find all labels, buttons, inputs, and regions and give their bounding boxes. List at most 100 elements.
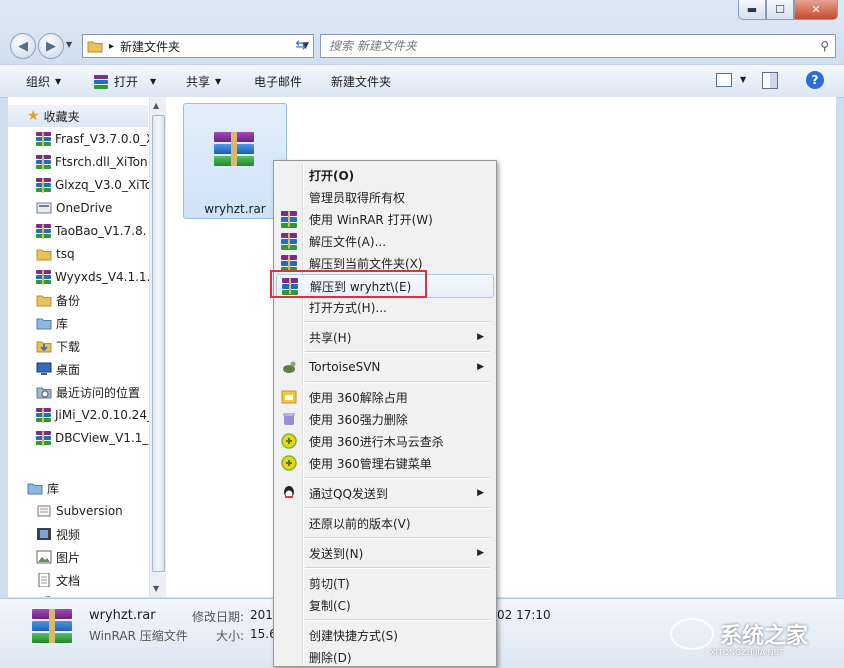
view-chevron-icon[interactable]: ▼ — [740, 75, 746, 84]
star-icon: ★ — [27, 108, 40, 124]
context-menu-item[interactable]: 复制(C) — [276, 594, 492, 616]
chevron-down-icon: ▼ — [55, 77, 62, 86]
breadcrumb-separator[interactable]: ▸ — [109, 41, 114, 52]
context-menu-item[interactable]: 使用 WinRAR 打开(W) — [276, 208, 492, 230]
tortoisesvn-icon — [283, 361, 296, 373]
nav-item-label: OneDrive — [56, 201, 113, 215]
submenu-arrow-icon: ▶ — [477, 362, 484, 372]
minimize-button[interactable]: ▬ — [738, 0, 766, 20]
menu-separator — [305, 477, 490, 479]
context-menu-item[interactable]: 打开(O) — [276, 164, 492, 186]
winrar-archive-icon — [32, 609, 72, 645]
watermark-text: 系统之家 — [720, 624, 809, 649]
close-button[interactable]: ✕ — [794, 0, 838, 20]
nav-item[interactable]: DBCView_V1.1_ — [36, 427, 148, 449]
nav-item[interactable]: 库 — [36, 312, 68, 334]
nav-scrollbar[interactable]: ▲ ▼ — [149, 97, 166, 597]
search-icon[interactable]: ⚲ — [820, 39, 829, 53]
nav-item[interactable]: Wyyxds_V4.1.1. — [36, 266, 149, 288]
breadcrumb-current[interactable]: 新建文件夹 — [120, 38, 180, 55]
nav-library-item[interactable]: 视频 — [36, 523, 80, 545]
context-menu-item-label: 使用 360解除占用 — [309, 390, 408, 405]
nav-item-label: Glxzq_V3.0_XiTo — [55, 178, 149, 192]
context-menu-item[interactable]: 创建快捷方式(S) — [276, 624, 492, 646]
nav-item[interactable]: JiMi_V2.0.10.24_ — [36, 404, 149, 426]
context-menu-item[interactable]: 使用 360解除占用 — [276, 386, 492, 408]
submenu-arrow-icon: ▶ — [477, 548, 484, 558]
context-menu-item-label: 打开(O) — [309, 168, 355, 183]
winrar-icon — [94, 74, 108, 89]
nav-item-label: Wyyxds_V4.1.1. — [55, 270, 149, 284]
navigation-pane: ★ 收藏夹 Frasf_V3.7.0.0_X Ftsrch.dll_XiTon Gl… — [8, 97, 149, 597]
menu-separator — [305, 567, 490, 569]
context-menu-item[interactable]: 使用 360强力删除 — [276, 408, 492, 430]
nav-item[interactable]: 桌面 — [36, 358, 80, 380]
nav-item-label: Subversion — [56, 504, 123, 518]
new-folder-button[interactable]: 新建文件夹 — [331, 73, 391, 90]
recent-pages-chevron-icon[interactable]: ▼ — [66, 40, 72, 49]
back-arrow-icon: ◀ — [18, 38, 28, 54]
nav-libraries-label: 库 — [47, 481, 60, 496]
winrar-icon — [36, 131, 51, 147]
nav-item[interactable]: 最近访问的位置 — [36, 381, 140, 403]
share-label: 共享 — [186, 75, 211, 89]
email-button[interactable]: 电子邮件 — [254, 73, 302, 90]
360-scan-icon — [281, 433, 297, 449]
nav-library-item[interactable]: Subversion — [36, 500, 123, 522]
nav-library-item[interactable]: 音乐 — [36, 592, 80, 597]
file-item[interactable]: wryhzt.rar — [183, 103, 287, 219]
context-menu-item[interactable]: TortoiseSVN ▶ — [276, 356, 492, 378]
nav-item-label: TaoBao_V1.7.8. — [55, 224, 147, 238]
open-label: 打开 — [114, 75, 139, 89]
nav-item[interactable]: tsq — [36, 243, 75, 265]
search-input[interactable] — [327, 38, 801, 54]
context-menu-item[interactable]: 管理员取得所有权 — [276, 186, 492, 208]
context-menu-item[interactable]: 共享(H) ▶ — [276, 326, 492, 348]
maximize-button[interactable]: ☐ — [766, 0, 794, 20]
highlight-annotation-box — [270, 270, 427, 298]
subversion-icon — [37, 505, 51, 517]
context-menu-item[interactable]: 使用 360进行木马云查杀 — [276, 430, 492, 452]
share-menu-button[interactable]: 共享 ▼ — [186, 73, 221, 90]
details-file-type: WinRAR 压缩文件 — [89, 629, 188, 643]
scroll-up-icon[interactable]: ▲ — [153, 101, 159, 110]
nav-item-label: tsq — [56, 247, 75, 261]
chevron-down-icon: ▼ — [215, 77, 222, 86]
nav-item[interactable]: Frasf_V3.7.0.0_X — [36, 128, 149, 150]
nav-item[interactable]: TaoBao_V1.7.8. — [36, 220, 147, 242]
context-menu-item-label: 共享(H) — [309, 330, 352, 345]
context-menu-item[interactable]: 剪切(T) — [276, 572, 492, 594]
preview-pane-icon[interactable] — [762, 72, 778, 89]
context-menu-item-label: 通过QQ发送到 — [309, 486, 388, 501]
menu-separator — [305, 537, 490, 539]
qq-icon — [284, 486, 294, 498]
context-menu-item[interactable]: 使用 360管理右键菜单 — [276, 452, 492, 474]
address-bar[interactable]: ▸ 新建文件夹 ▼ — [82, 34, 314, 58]
scroll-thumb[interactable] — [152, 115, 165, 572]
nav-item[interactable]: 备份 — [36, 289, 80, 311]
nav-item[interactable]: Ftsrch.dll_XiTon — [36, 151, 148, 173]
forward-button[interactable]: ▶ — [38, 33, 64, 59]
context-menu-item[interactable]: 打开方式(H)... — [276, 296, 492, 318]
nav-item[interactable]: 下载 — [36, 335, 80, 357]
folder-icon — [87, 41, 103, 53]
help-icon[interactable]: ? — [806, 71, 824, 89]
scroll-down-icon[interactable]: ▼ — [153, 584, 159, 593]
organize-menu-button[interactable]: 组织 ▼ — [26, 73, 61, 90]
view-options-icon[interactable] — [716, 73, 732, 87]
refresh-button[interactable]: ⇆ — [289, 34, 313, 56]
nav-library-item[interactable]: 图片 — [36, 546, 80, 568]
context-menu-item[interactable]: 还原以前的版本(V) — [276, 512, 492, 534]
nav-item[interactable]: Glxzq_V3.0_XiTo — [36, 174, 149, 196]
nav-libraries[interactable]: 库 — [27, 477, 59, 499]
nav-favorites[interactable]: ★ 收藏夹 — [8, 105, 148, 127]
context-menu-item[interactable]: 通过QQ发送到 ▶ — [276, 482, 492, 504]
open-button[interactable]: 打开 ▼ — [94, 73, 156, 90]
nav-item[interactable]: OneDrive — [36, 197, 112, 219]
nav-library-item[interactable]: 文档 — [36, 569, 80, 591]
winrar-icon — [281, 255, 297, 272]
back-button[interactable]: ◀ — [10, 33, 36, 59]
organize-label: 组织 — [26, 75, 51, 89]
context-menu-item[interactable]: 发送到(N) ▶ — [276, 542, 492, 564]
context-menu-item[interactable]: 解压文件(A)... — [276, 230, 492, 252]
